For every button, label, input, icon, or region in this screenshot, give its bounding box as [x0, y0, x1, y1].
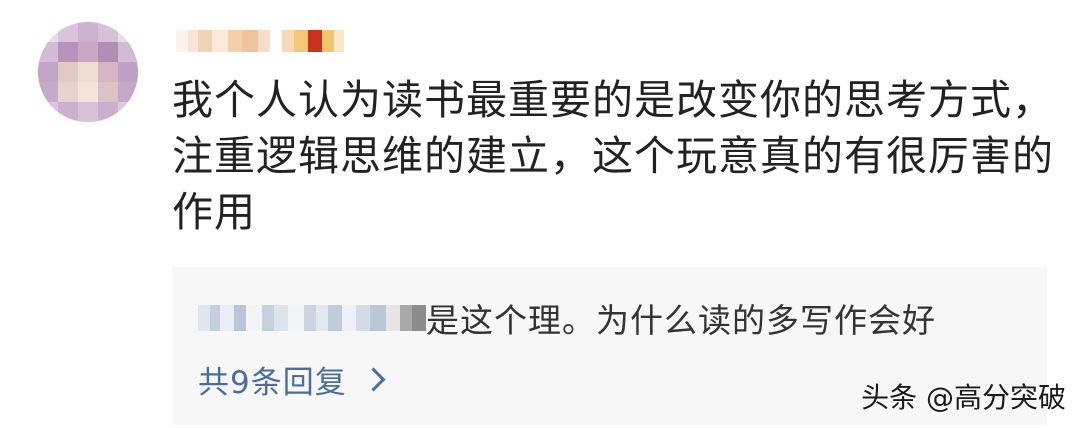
reply-preview-text: 是这个理。为什么读的多写作会好 — [426, 301, 936, 340]
reply-preview[interactable]: 是这个理。为什么读的多写作会好 — [198, 293, 936, 343]
comment-line: 注重逻辑思维的建立，这个玩意真的有很厉害的 — [172, 132, 1054, 180]
watermark: 头条 @高分突破 — [861, 381, 1066, 414]
reply-author-mosaic — [198, 303, 426, 333]
username[interactable] — [176, 28, 344, 54]
comment-text: 我个人认为读书最重要的是改变你的思考方式， 注重逻辑思维的建立，这个玩意真的有很… — [172, 72, 1054, 240]
avatar[interactable] — [38, 22, 138, 122]
comment-line: 作用 — [172, 188, 256, 236]
view-replies-link[interactable]: 共9条回复 — [198, 357, 386, 402]
comment-line: 我个人认为读书最重要的是改变你的思考方式， — [172, 76, 1054, 124]
reply-count-label[interactable]: 共9条回复 — [198, 357, 347, 402]
chevron-right-icon[interactable] — [361, 367, 386, 392]
